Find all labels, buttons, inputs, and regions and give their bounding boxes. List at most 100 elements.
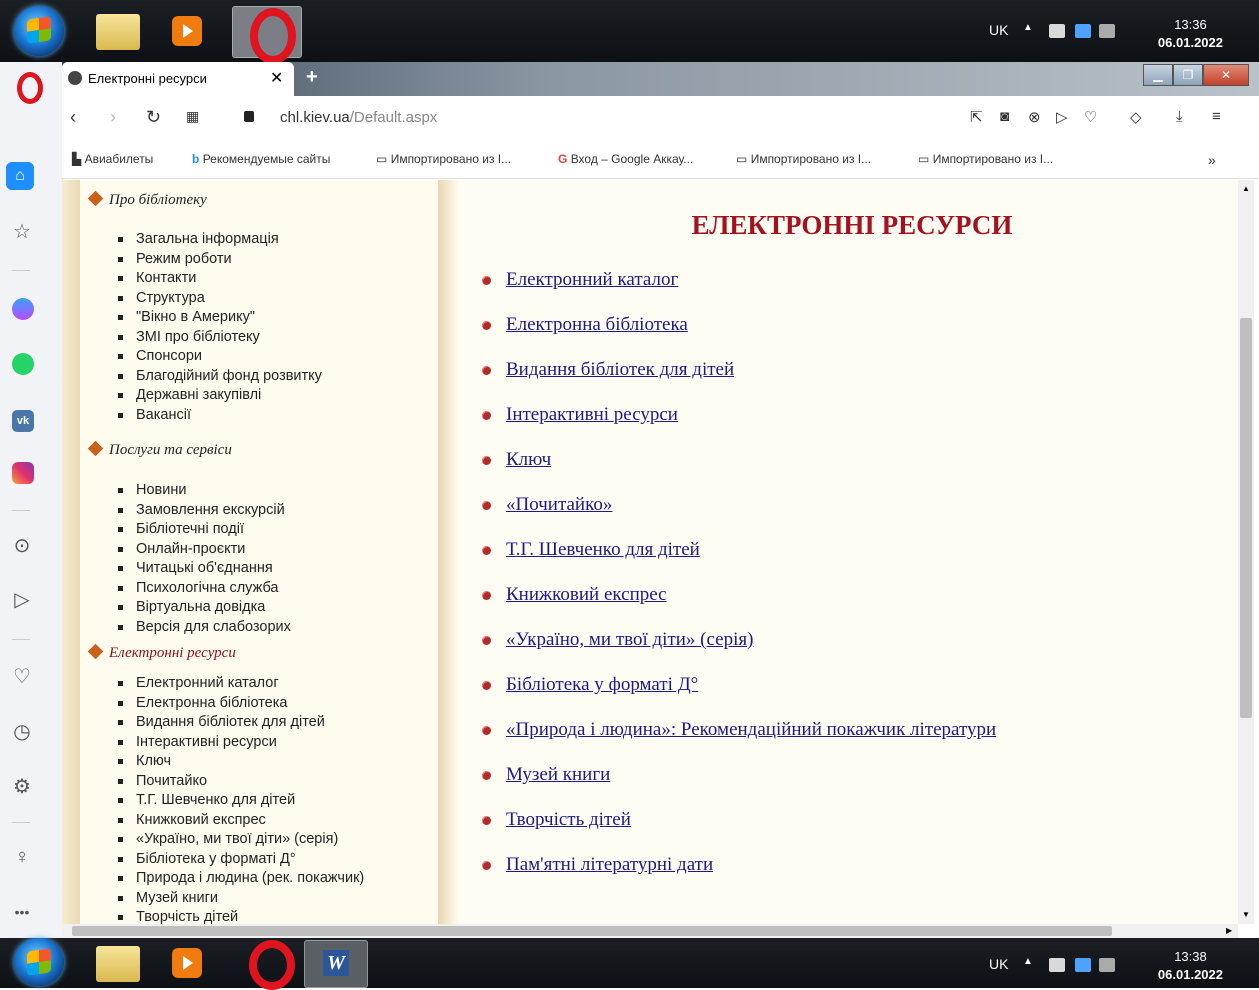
resource-link[interactable]: Т.Г. Шевченко для дітей [482,539,700,561]
tray-expand-icon[interactable]: ▲ [1023,22,1033,33]
menu-item[interactable]: Структура [116,289,322,309]
windows-start-button[interactable] [14,938,64,986]
resource-link[interactable]: Ключ [482,449,551,471]
tab-active[interactable]: Електронні ресурси ✕ [62,62,294,96]
minimize-button[interactable]: ▁ [1143,64,1173,86]
network-icon[interactable] [1075,24,1091,38]
snapshot-camera-icon[interactable]: ◙ [1000,108,1009,125]
word-taskbar-button[interactable]: W [304,940,368,988]
menu-item[interactable]: Почитайко [116,772,364,792]
new-tab-plus-icon[interactable]: + [306,66,318,89]
menu-item[interactable]: Спонсори [116,347,322,367]
vk-icon[interactable]: vk [12,410,34,432]
more-bookmarks-icon[interactable]: » [1208,152,1216,168]
resource-link[interactable]: Книжковий експрес [482,584,667,606]
resource-link[interactable]: «Почитайко» [482,494,612,516]
resource-link[interactable]: Інтерактивні ресурси [482,404,678,426]
menu-item[interactable]: Творчість дітей [116,908,364,924]
bookmark-item[interactable]: ▙ Авиабилеты [72,152,153,166]
send-icon[interactable]: ▷ [1056,108,1068,126]
heart-icon[interactable]: ♡ [1084,108,1097,126]
opera-menu-icon[interactable] [17,72,43,104]
media-player-icon[interactable] [172,16,202,46]
explorer-folder-icon[interactable] [96,14,140,50]
cube-icon[interactable]: ◇ [1130,108,1142,126]
share-icon[interactable]: ⇱ [970,108,983,126]
menu-item[interactable]: Природа і людина (рек. покажчик) [116,869,364,889]
menu-item[interactable]: Бібліотечні події [116,520,291,540]
menu-item[interactable]: Режим роботи [116,250,322,270]
resource-link[interactable]: Видання бібліотек для дітей [482,359,734,381]
menu-item[interactable]: Віртуальна довідка [116,598,291,618]
menu-item[interactable]: Контакти [116,269,322,289]
reload-icon[interactable]: ↻ [146,107,161,128]
flow-send-icon[interactable]: ▷ [10,588,34,612]
back-icon[interactable]: ‹ [70,107,76,128]
vertical-scrollbar[interactable]: ▲ ▼ [1238,180,1254,924]
menu-item[interactable]: Т.Г. Шевченко для дітей [116,791,364,811]
bookmark-item[interactable]: b Рекомендуемые сайты [192,152,330,166]
volume-icon[interactable] [1099,958,1115,972]
flag-icon[interactable] [1049,24,1065,38]
bookmark-item[interactable]: ▭ Импортировано из I... [736,152,871,166]
resource-link[interactable]: Пам'ятні літературні дати [482,854,713,876]
resource-link[interactable]: «Україно, ми твої діти» (серія) [482,629,753,651]
opera-taskbar-button[interactable] [232,938,300,990]
bookmark-item[interactable]: ▭ Импортировано из I... [376,152,511,166]
horizontal-scrollbar[interactable]: ▶ [62,924,1238,938]
more-dots-icon[interactable]: ••• [10,900,34,924]
forward-icon[interactable]: › [110,107,116,128]
section-heading-e-resources[interactable]: Електронні ресурси [86,643,236,662]
maximize-button[interactable]: ❐ [1173,64,1203,86]
tab-close-icon[interactable]: ✕ [270,68,283,88]
menu-item[interactable]: Електронний каталог [116,674,364,694]
messenger-icon[interactable] [12,298,34,320]
scrollbar-thumb[interactable] [1240,318,1252,718]
media-player-icon[interactable] [172,948,202,978]
menu-item[interactable]: Психологічна служба [116,579,291,599]
resource-link[interactable]: «Природа і людина»: Рекомендаційний пока… [482,719,996,741]
language-indicator[interactable]: UK [989,956,1008,972]
menu-item[interactable]: Загальна інформація [116,230,322,250]
instagram-icon[interactable] [12,462,34,484]
menu-item[interactable]: Версія для слабозорих [116,618,291,638]
menu-item[interactable]: Благодійний фонд розвитку [116,367,322,387]
menu-item[interactable]: ЗМІ про бібліотеку [116,328,322,348]
resource-link[interactable]: Творчість дітей [482,809,631,831]
language-indicator[interactable]: UK [989,22,1008,38]
bookmark-item[interactable]: G Вход – Google Аккау... [558,152,693,166]
menu-item[interactable]: Видання бібліотек для дітей [116,713,364,733]
section-heading-about[interactable]: Про бібліотеку [86,190,207,209]
settings-gear-icon[interactable]: ⚙ [10,775,34,799]
scroll-up-icon[interactable]: ▲ [1242,184,1250,193]
easy-setup-icon[interactable]: ≡ [1212,108,1221,125]
tabs-grid-icon[interactable]: ▦ [186,108,199,125]
download-icon[interactable]: ⤓ [1176,108,1183,125]
menu-item[interactable]: «Україно, ми твої діти» (серія) [116,830,364,850]
resource-link[interactable]: Електронний каталог [482,269,678,291]
section-heading-services[interactable]: Послуги та сервіси [86,440,232,459]
resource-link[interactable]: Бібліотека у форматі Д° [482,674,698,696]
resource-link[interactable]: Музей книги [482,764,610,786]
player-icon[interactable]: ⊙ [10,534,34,558]
opera-taskbar-button[interactable] [232,6,302,64]
tray-expand-icon[interactable]: ▲ [1023,956,1033,967]
menu-item[interactable]: Ключ [116,752,364,772]
pinboard-heart-icon[interactable]: ♡ [10,665,34,689]
menu-item[interactable]: Новини [116,481,291,501]
menu-item[interactable]: Вакансії [116,406,322,426]
adblock-icon[interactable]: ⊗ [1028,108,1041,126]
scroll-down-icon[interactable]: ▼ [1242,910,1250,919]
speed-dial-icon[interactable]: ⌂ [6,162,34,190]
explorer-folder-icon[interactable] [96,946,140,982]
menu-item[interactable]: Читацькі об'єднання [116,559,291,579]
clock[interactable]: 13:36 06.01.2022 [1158,16,1223,52]
clock[interactable]: 13:38 06.01.2022 [1158,948,1223,984]
volume-icon[interactable] [1099,24,1115,38]
menu-item[interactable]: Бібліотека у форматі Д° [116,850,364,870]
menu-item[interactable]: "Вікно в Америку" [116,308,322,328]
scroll-right-icon[interactable]: ▶ [1226,926,1232,935]
menu-item[interactable]: Музей книги [116,889,364,909]
menu-item[interactable]: Замовлення екскурсій [116,501,291,521]
flag-icon[interactable] [1049,958,1065,972]
